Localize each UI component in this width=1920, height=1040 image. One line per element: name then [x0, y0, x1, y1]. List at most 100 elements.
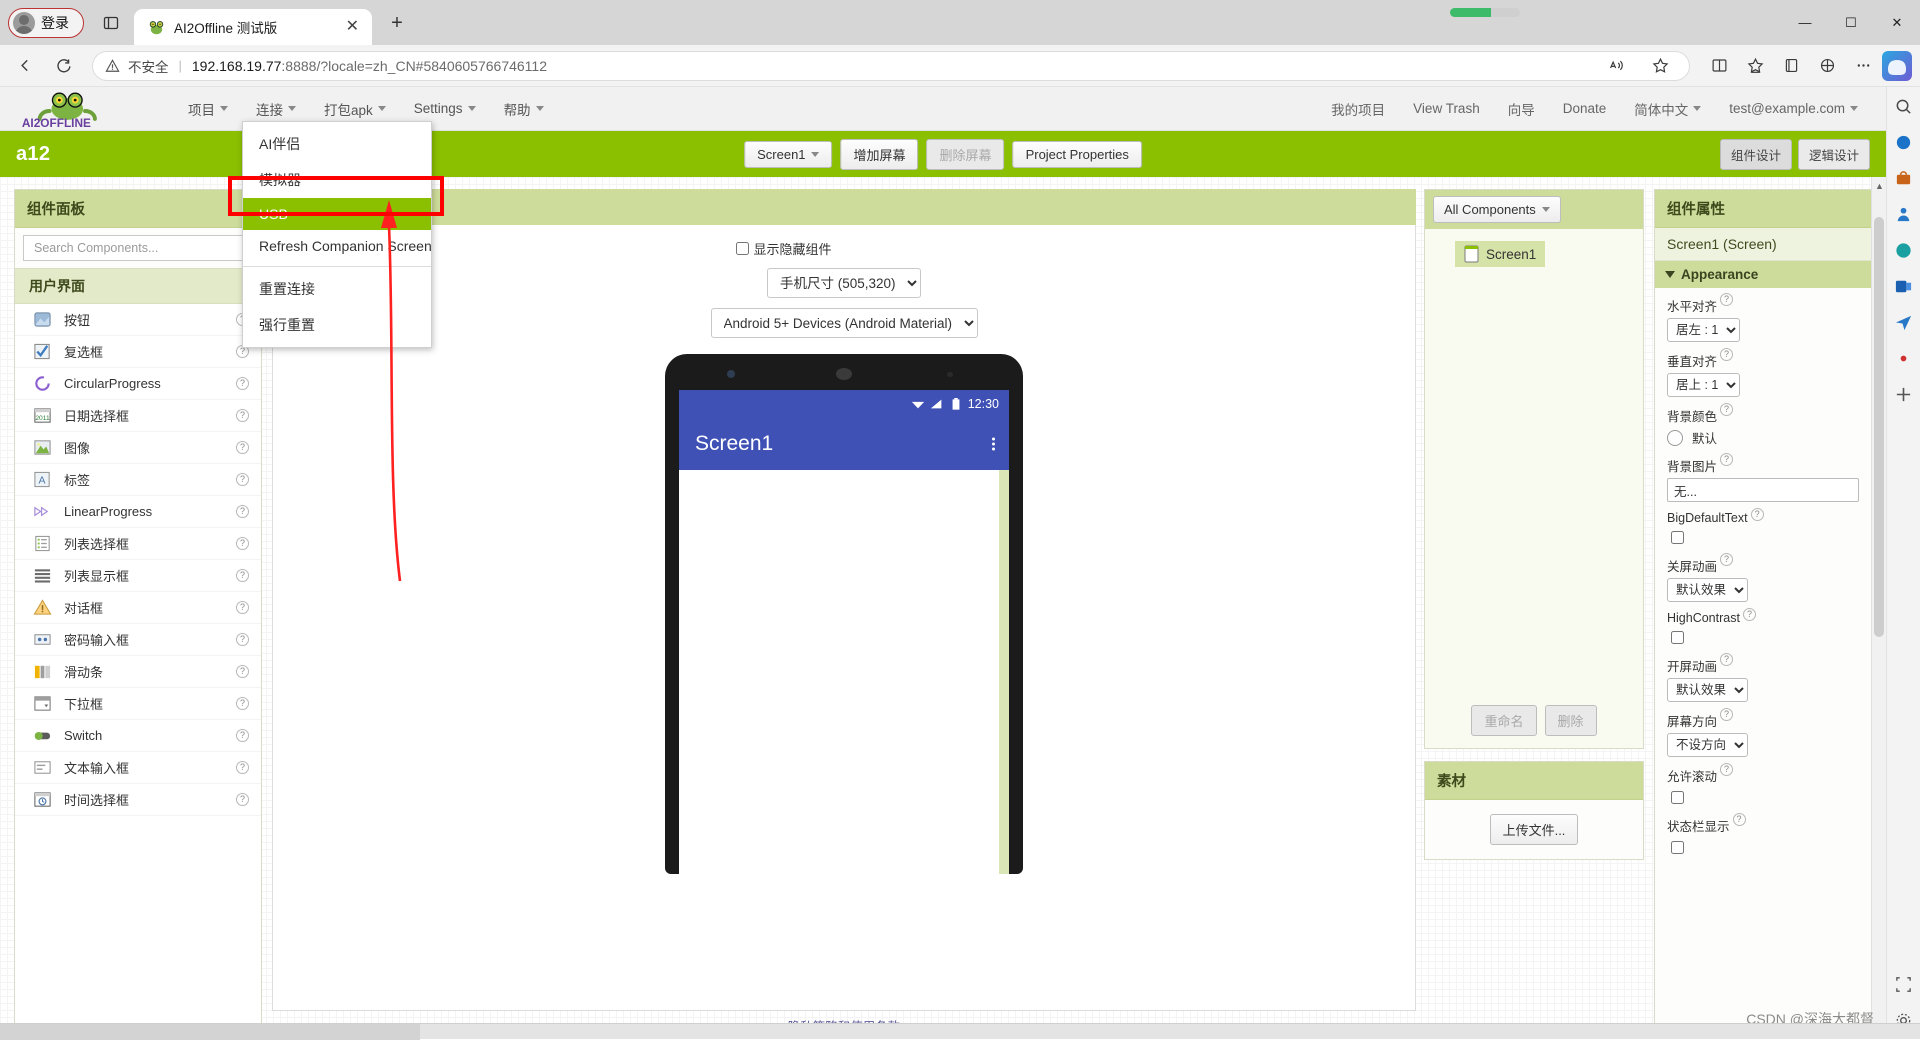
menu-option-emulator[interactable]: 模拟器	[243, 162, 431, 198]
palette-category-user-interface[interactable]: 用户界面	[15, 268, 261, 304]
palette-item-switch[interactable]: Switch ?	[15, 720, 261, 752]
add-screen-button[interactable]: 增加屏幕	[840, 138, 919, 170]
reload-icon[interactable]	[46, 50, 80, 82]
open-animation-select[interactable]: 默认效果	[1667, 678, 1748, 702]
send-icon[interactable]	[1893, 311, 1915, 333]
help-icon[interactable]: ?	[236, 665, 249, 678]
browser-essentials-icon[interactable]	[1810, 50, 1844, 82]
help-icon[interactable]: ?	[1720, 708, 1734, 721]
collections-icon[interactable]	[1774, 50, 1808, 82]
device-theme-select[interactable]: Android 5+ Devices (Android Material)	[710, 308, 978, 338]
close-icon[interactable]: ✕	[343, 19, 362, 35]
address-bar[interactable]: 不安全 | 192.168.19.77:8888/?locale=zh_CN#5…	[92, 50, 1690, 82]
palette-item-label[interactable]: A 标签 ?	[15, 464, 261, 496]
menu-option-reset-connection[interactable]: 重置连接	[243, 271, 431, 307]
remove-screen-button[interactable]: 删除屏幕	[926, 138, 1005, 170]
upload-file-button[interactable]: 上传文件...	[1489, 814, 1579, 845]
show-hidden-components-checkbox[interactable]	[736, 242, 750, 255]
properties-section-appearance[interactable]: Appearance	[1655, 261, 1871, 288]
help-icon[interactable]: ?	[236, 377, 249, 390]
help-icon[interactable]: ?	[1732, 813, 1746, 826]
design-canvas[interactable]	[679, 470, 1009, 874]
help-icon[interactable]: ?	[236, 409, 249, 422]
background-color-picker[interactable]: 默认	[1667, 428, 1859, 447]
menu-item-project[interactable]: 项目	[174, 93, 242, 125]
snip-tool-icon[interactable]	[1893, 973, 1915, 995]
scrollable-checkbox[interactable]	[1671, 791, 1684, 804]
account-menu[interactable]: test@example.com	[1715, 95, 1872, 122]
app-vertical-scrollbar[interactable]: ▲ ▼	[1871, 177, 1886, 1039]
help-icon[interactable]: ?	[236, 729, 249, 742]
menu-option-refresh-companion-screen[interactable]: Refresh Companion Screen	[243, 230, 432, 262]
window-close-icon[interactable]: ✕	[1874, 0, 1920, 45]
background-image-field[interactable]	[1667, 478, 1859, 502]
settings-more-icon[interactable]	[1846, 50, 1880, 82]
minimize-icon[interactable]: —	[1782, 0, 1828, 45]
split-screen-icon[interactable]	[1702, 50, 1736, 82]
overflow-menu-icon[interactable]	[992, 435, 995, 452]
help-icon[interactable]: ?	[236, 505, 249, 518]
help-icon[interactable]: ?	[1720, 553, 1734, 566]
tab-list-icon[interactable]	[94, 8, 128, 38]
help-icon[interactable]: ?	[1720, 763, 1734, 776]
help-icon[interactable]: ?	[236, 441, 249, 454]
help-icon[interactable]: ?	[236, 473, 249, 486]
palette-item-slider[interactable]: 滑动条 ?	[15, 656, 261, 688]
palette-item-timepicker[interactable]: 时间选择框 ?	[15, 784, 261, 816]
menu-option-usb[interactable]: USB	[243, 198, 431, 230]
rename-button[interactable]: 重命名	[1471, 705, 1537, 736]
palette-item-listview[interactable]: 列表显示框 ?	[15, 560, 261, 592]
new-tab-button[interactable]: +	[382, 8, 412, 38]
browser-tab[interactable]: AI2Offline 测试版 ✕	[134, 9, 372, 45]
help-icon[interactable]: ?	[1742, 608, 1756, 621]
palette-item-passwordtextbox[interactable]: 密码输入框 ?	[15, 624, 261, 656]
copilot-icon[interactable]	[1882, 50, 1912, 81]
menu-item-connect[interactable]: 连接	[242, 93, 310, 125]
screen-orientation-select[interactable]: 不设方向	[1667, 733, 1748, 757]
canvas-scrollbar[interactable]	[999, 470, 1009, 874]
help-icon[interactable]: ?	[1720, 403, 1734, 416]
help-icon[interactable]: ?	[236, 601, 249, 614]
palette-item-image[interactable]: 图像 ?	[15, 432, 261, 464]
palette-item-listpicker[interactable]: 列表选择框 ?	[15, 528, 261, 560]
palette-item-button[interactable]: 按钮 ?	[15, 304, 261, 336]
all-components-filter-button[interactable]: All Components	[1433, 196, 1561, 223]
phone-size-select[interactable]: 手机尺寸 (505,320)	[767, 268, 921, 298]
show-statusbar-checkbox[interactable]	[1671, 841, 1684, 854]
help-icon[interactable]: ?	[236, 569, 249, 582]
menu-item-build-apk[interactable]: 打包apk	[310, 93, 400, 125]
link-view-trash[interactable]: View Trash	[1399, 95, 1494, 122]
palette-item-circularprogress[interactable]: CircularProgress ?	[15, 368, 261, 400]
help-icon[interactable]: ?	[1720, 293, 1734, 306]
favorite-star-icon[interactable]	[1643, 50, 1677, 82]
back-icon[interactable]	[8, 50, 42, 82]
palette-item-spinner[interactable]: 下拉框 ?	[15, 688, 261, 720]
palette-item-linearprogress[interactable]: LinearProgress ?	[15, 496, 261, 528]
link-guide[interactable]: 向导	[1494, 93, 1549, 125]
menu-item-help[interactable]: 帮助	[490, 93, 558, 125]
search-input[interactable]	[32, 240, 244, 256]
palette-item-checkbox[interactable]: 复选框 ?	[15, 336, 261, 368]
bigdefaulttext-checkbox[interactable]	[1671, 531, 1684, 544]
vertical-alignment-select[interactable]: 居上 : 1	[1667, 373, 1740, 397]
tools-icon[interactable]	[1893, 203, 1915, 225]
delete-button[interactable]: 删除	[1544, 705, 1597, 736]
search-icon[interactable]	[1893, 95, 1915, 117]
help-icon[interactable]: ?	[1720, 453, 1734, 466]
add-tool-icon[interactable]	[1893, 383, 1915, 405]
app-logo[interactable]: AI2OFFLINE	[14, 89, 162, 129]
link-donate[interactable]: Donate	[1549, 95, 1621, 122]
screen-selector[interactable]: Screen1	[744, 140, 833, 168]
show-hidden-components-row[interactable]: 显示隐藏组件	[736, 239, 832, 258]
menu-option-hard-reset[interactable]: 强行重置	[243, 307, 431, 343]
browser-app-icon[interactable]	[1893, 239, 1915, 261]
designer-toggle-button[interactable]: 组件设计	[1719, 138, 1792, 170]
help-icon[interactable]: ?	[1720, 653, 1734, 666]
read-aloud-icon[interactable]	[1599, 50, 1633, 82]
link-my-projects[interactable]: 我的项目	[1317, 93, 1399, 125]
menu-option-ai-companion[interactable]: AI伴侣	[243, 126, 431, 162]
palette-item-datepicker[interactable]: 2011 日期选择框 ?	[15, 400, 261, 432]
shopping-icon[interactable]	[1893, 167, 1915, 189]
help-icon[interactable]: ?	[236, 633, 249, 646]
help-icon[interactable]: ?	[1720, 348, 1734, 361]
